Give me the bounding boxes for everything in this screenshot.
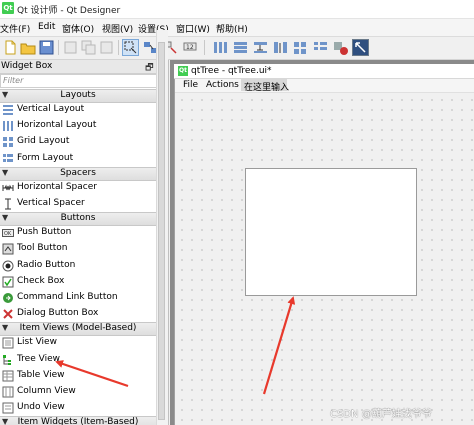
csdn-watermark: CSDN @葫芦娃找爷爷 — [330, 409, 432, 420]
annotation-arrows — [55, 296, 296, 395]
arrow-to-form-widget — [262, 296, 296, 395]
arrow-to-tree-view — [55, 360, 129, 388]
